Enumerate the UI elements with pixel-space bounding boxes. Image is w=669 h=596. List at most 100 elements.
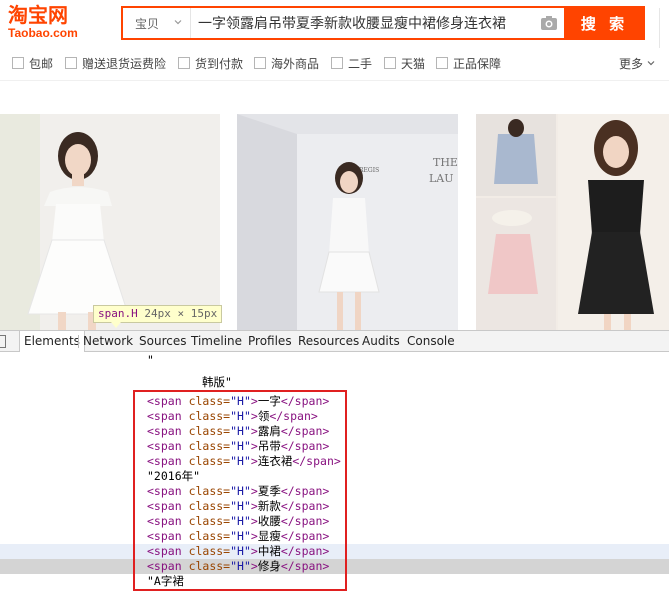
dom-node-span[interactable]: <span class="H">露肩</span> — [0, 424, 669, 439]
checkbox[interactable] — [331, 57, 343, 69]
search-category-label: 宝贝 — [135, 16, 160, 31]
code-attr: class= — [188, 394, 231, 408]
code-value: "H" — [230, 454, 251, 468]
dom-text-node[interactable]: "A字裙 — [0, 574, 669, 589]
filter-overseas[interactable]: 海外商品 — [254, 52, 319, 74]
dom-node-span[interactable]: <span class="H">领</span> — [0, 409, 669, 424]
devtools-tab-bar: Elements Network Sources Timeline Profil… — [0, 330, 669, 352]
code-tag: <span — [147, 484, 182, 498]
elements-panel[interactable]: " 韩版" <span class="H">一字</span> <span cl… — [0, 353, 669, 596]
filter-label: 海外商品 — [271, 56, 320, 71]
filter-tmall[interactable]: 天猫 — [384, 52, 425, 74]
taobao-logo[interactable]: 淘宝网 Taobao.com — [8, 4, 104, 42]
code-value: "H" — [230, 394, 251, 408]
dom-node-span-hovered[interactable]: <span class="H">中裙</span> — [0, 544, 669, 559]
code-text: 连衣裙 — [257, 454, 293, 468]
code-tag: </span> — [292, 454, 341, 468]
code-tag: <span — [147, 514, 182, 528]
code-tag: <span — [147, 394, 182, 408]
filter-label: 天猫 — [401, 56, 426, 71]
tab-audits[interactable]: Audits — [358, 331, 404, 352]
search-button[interactable]: 搜 索 — [564, 6, 645, 40]
code-tag: </span> — [280, 514, 330, 528]
dom-node-span[interactable]: <span class="H">一字</span> — [0, 394, 669, 409]
checkbox[interactable] — [65, 57, 77, 69]
tab-sources[interactable]: Sources — [135, 331, 190, 352]
code-attr: class= — [188, 529, 231, 543]
code-tag: </span> — [269, 409, 318, 423]
checkbox[interactable] — [436, 57, 448, 69]
code-value: "H" — [230, 484, 251, 498]
dom-text-node[interactable]: " — [0, 353, 669, 368]
product-image-1[interactable] — [0, 114, 220, 330]
code-attr: class= — [188, 514, 231, 528]
dom-node-span[interactable]: <span class="H">收腰</span> — [0, 514, 669, 529]
logo-text-cn: 淘宝网 — [8, 3, 68, 27]
code-text: "2016年" — [147, 469, 201, 483]
filter-free-shipping[interactable]: 包邮 — [12, 52, 53, 74]
filter-second-hand[interactable]: 二手 — [331, 52, 372, 74]
filter-label: 货到付款 — [195, 56, 244, 71]
code-text: 夏季 — [257, 484, 281, 498]
code-text: 露肩 — [257, 424, 281, 438]
dock-handle-icon[interactable] — [0, 335, 6, 348]
tab-elements[interactable]: Elements — [19, 331, 85, 352]
code-tag: <span — [147, 559, 182, 573]
product-image-3[interactable] — [476, 114, 669, 330]
dom-node-span[interactable]: <span class="H">连衣裙</span> — [0, 454, 669, 469]
code-attr: class= — [188, 544, 231, 558]
code-tag: </span> — [280, 544, 330, 558]
header: 淘宝网 Taobao.com 宝贝 搜 索 — [0, 0, 669, 48]
code-text: 中裙 — [257, 544, 281, 558]
search-category-select[interactable]: 宝贝 — [123, 8, 191, 38]
dom-node-span[interactable]: <span class="H">夏季</span> — [0, 484, 669, 499]
checkbox[interactable] — [178, 57, 190, 69]
code-attr: class= — [188, 484, 231, 498]
code-tag: </span> — [280, 439, 330, 453]
dom-node-span-selected[interactable]: <span class="H">修身</span> — [0, 559, 669, 574]
checkbox[interactable] — [384, 57, 396, 69]
sidebar-edge — [659, 8, 669, 48]
logo-text-en: Taobao.com — [8, 26, 78, 40]
dom-text-node[interactable]: 韩版" — [0, 375, 669, 390]
checkbox[interactable] — [254, 57, 266, 69]
filter-return-insurance[interactable]: 赠送退货运费险 — [65, 52, 166, 74]
code-value: "H" — [230, 439, 251, 453]
code-text: 一字 — [257, 394, 281, 408]
code-value: "H" — [230, 529, 251, 543]
filter-cash-on-delivery[interactable]: 货到付款 — [178, 52, 243, 74]
tab-network[interactable]: Network — [79, 331, 137, 352]
code-tag: </span> — [280, 559, 330, 573]
tab-timeline[interactable]: Timeline — [187, 331, 246, 352]
model-white-dress-image — [0, 114, 220, 330]
code-text: 修身 — [257, 559, 281, 573]
code-tag: <span — [147, 409, 182, 423]
code-attr: class= — [188, 559, 231, 573]
code-text: " — [147, 353, 154, 367]
checkbox[interactable] — [12, 57, 24, 69]
camera-icon[interactable] — [540, 15, 558, 31]
tab-profiles[interactable]: Profiles — [244, 331, 296, 352]
filter-genuine[interactable]: 正品保障 — [436, 52, 501, 74]
svg-text:THE: THE — [433, 156, 458, 169]
code-attr: class= — [188, 409, 231, 423]
dom-node-span[interactable]: <span class="H">显瘦</span> — [0, 529, 669, 544]
svg-text:LAU: LAU — [429, 172, 454, 185]
code-tag: <span — [147, 499, 182, 513]
code-attr: class= — [188, 424, 231, 438]
search-input[interactable] — [192, 8, 532, 38]
code-tag: <span — [147, 529, 182, 543]
product-image-2[interactable]: ST REGIS THE LAU — [237, 114, 458, 330]
more-filters-button[interactable]: 更多 — [619, 52, 655, 74]
code-value: "H" — [230, 499, 251, 513]
dom-node-span[interactable]: <span class="H">新款</span> — [0, 499, 669, 514]
code-text: 显瘦 — [257, 529, 281, 543]
dom-text-node[interactable]: "2016年" — [0, 469, 669, 484]
code-text: 收腰 — [257, 514, 281, 528]
tab-resources[interactable]: Resources — [294, 331, 363, 352]
dom-node-span[interactable]: <span class="H">吊带</span> — [0, 439, 669, 454]
tooltip-arrow — [111, 322, 121, 328]
tab-console[interactable]: Console — [403, 331, 459, 352]
code-attr: class= — [188, 454, 231, 468]
search-bar: 宝贝 搜 索 — [121, 6, 645, 40]
